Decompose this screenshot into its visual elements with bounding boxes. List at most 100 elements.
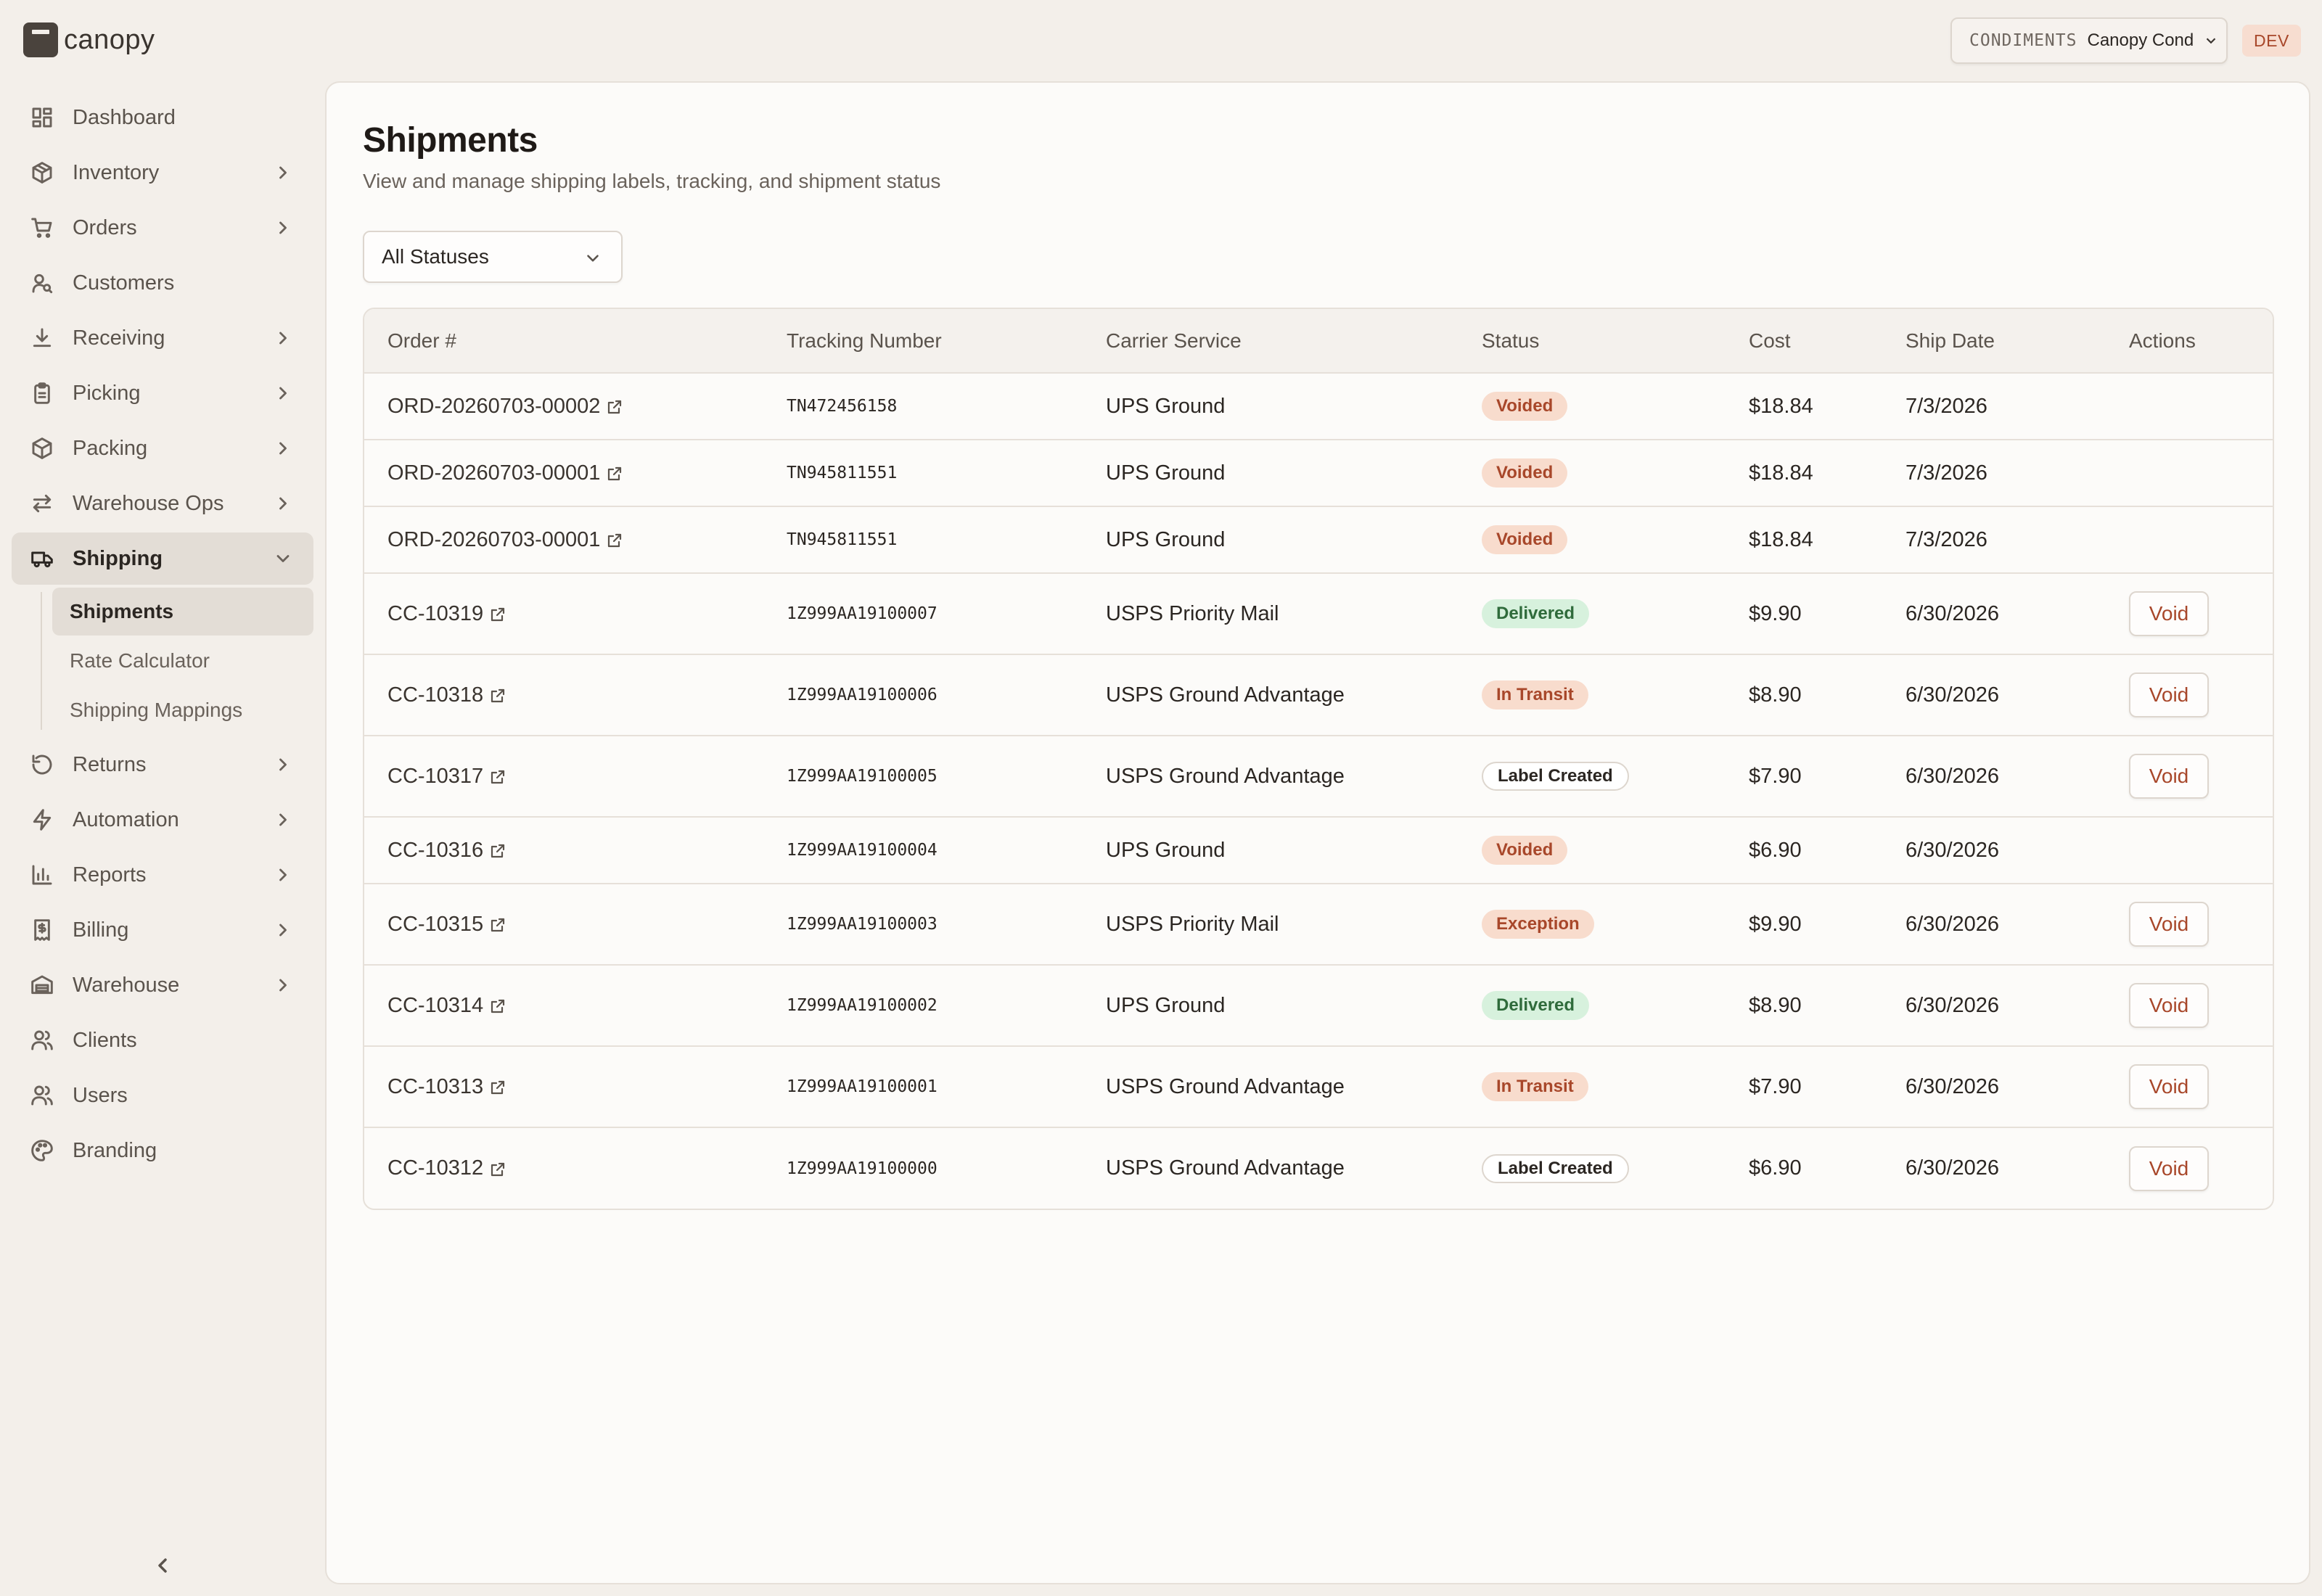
void-button[interactable]: Void — [2129, 1064, 2209, 1109]
order-link[interactable]: CC-10316 — [387, 839, 506, 863]
table-row[interactable]: ORD-20260703-00001 TN945811551 UPS Ground V… — [364, 440, 2273, 506]
sidebar-item-billing[interactable]: Billing — [12, 904, 313, 956]
void-button[interactable]: Void — [2129, 591, 2209, 636]
sidebar-item-users[interactable]: Users — [12, 1069, 313, 1122]
column-header-actions: Actions — [2129, 329, 2196, 352]
order-link[interactable]: CC-10314 — [387, 994, 506, 1018]
table-row[interactable]: CC-10315 1Z999AA19100003 USPS Priority Mai… — [364, 884, 2273, 965]
order-link[interactable]: CC-10317 — [387, 765, 506, 789]
environment-badge: DEV — [2242, 25, 2301, 57]
tracking-number: 1Z999AA19100004 — [787, 841, 938, 860]
swap-icon — [29, 490, 55, 517]
status-badge: In Transit — [1482, 1072, 1588, 1101]
sidebar-item-inventory[interactable]: Inventory — [12, 147, 313, 199]
sidebar-item-picking[interactable]: Picking — [12, 367, 313, 419]
order-number: CC-10316 — [387, 838, 484, 862]
tracking-number: 1Z999AA19100005 — [787, 767, 938, 786]
cost: $6.90 — [1749, 838, 1802, 862]
actions-cell: Void — [2106, 736, 2273, 817]
carrier-service: USPS Priority Mail — [1106, 601, 1279, 625]
order-cell: ORD-20260703-00001 — [364, 440, 763, 506]
table-row[interactable]: CC-10316 1Z999AA19100004 UPS Ground Voided $… — [364, 817, 2273, 884]
external-link-icon — [606, 531, 623, 548]
table-row[interactable]: CC-10319 1Z999AA19100007 USPS Priority Mai… — [364, 573, 2273, 654]
column-header-status[interactable]: Status — [1459, 309, 1726, 373]
column-header-cost[interactable]: Cost — [1726, 309, 1882, 373]
status-filter-select[interactable]: All Statuses — [363, 231, 623, 283]
sidebar-item-automation[interactable]: Automation — [12, 794, 313, 846]
sidebar: canopy Dashboard Inventory Orders Customers… — [0, 0, 325, 1596]
sidebar-item-clients[interactable]: Clients — [12, 1014, 313, 1066]
order-link[interactable]: ORD-20260703-00001 — [387, 461, 623, 485]
sidebar-item-customers[interactable]: Customers — [12, 257, 313, 309]
column-header-tracking[interactable]: Tracking Number — [763, 309, 1083, 373]
sidebar-subitem-shipments[interactable]: Shipments — [52, 588, 313, 635]
sidebar-item-dashboard[interactable]: Dashboard — [12, 91, 313, 144]
sidebar-item-reports[interactable]: Reports — [12, 849, 313, 901]
tenant-selector[interactable]: CONDIMENTS Canopy Cond — [1950, 17, 2228, 64]
table-row[interactable]: CC-10317 1Z999AA19100005 USPS Ground Advan… — [364, 736, 2273, 817]
external-link-icon — [489, 1160, 506, 1177]
sidebar-subitem-shipping-mappings[interactable]: Shipping Mappings — [52, 686, 313, 734]
sidebar-item-label: Shipping — [73, 546, 163, 570]
void-button[interactable]: Void — [2129, 902, 2209, 947]
table-row[interactable]: ORD-20260703-00001 TN945811551 UPS Ground V… — [364, 506, 2273, 573]
table-row[interactable]: CC-10318 1Z999AA19100006 USPS Ground Advan… — [364, 654, 2273, 736]
column-header-ship-date[interactable]: Ship Date — [1882, 309, 2106, 373]
carrier-service: USPS Ground Advantage — [1106, 764, 1345, 788]
cost: $9.90 — [1749, 912, 1802, 936]
column-header-order[interactable]: Order # — [364, 309, 763, 373]
sidebar-item-returns[interactable]: Returns — [12, 739, 313, 791]
column-header-carrier-service[interactable]: Carrier Service — [1083, 309, 1459, 373]
ship-date: 6/30/2026 — [1905, 601, 2000, 625]
sidebar-item-packing[interactable]: Packing — [12, 422, 313, 474]
download-icon — [29, 325, 55, 351]
sidebar-item-warehouse[interactable]: Warehouse — [12, 959, 313, 1011]
external-link-icon — [489, 842, 506, 859]
order-cell: ORD-20260703-00001 — [364, 506, 763, 573]
table-row[interactable]: CC-10312 1Z999AA19100000 USPS Ground Advan… — [364, 1127, 2273, 1209]
status-badge: Voided — [1482, 525, 1568, 554]
order-number: CC-10314 — [387, 993, 484, 1017]
order-link[interactable]: CC-10318 — [387, 683, 506, 707]
void-button[interactable]: Void — [2129, 1145, 2209, 1191]
brand[interactable]: canopy — [23, 22, 155, 58]
order-link[interactable]: ORD-20260703-00002 — [387, 395, 623, 419]
status-badge: In Transit — [1482, 680, 1588, 709]
sidebar-item-orders[interactable]: Orders — [12, 202, 313, 254]
order-link[interactable]: CC-10319 — [387, 602, 506, 626]
status-cell: Label Created — [1459, 1127, 1726, 1209]
sidebar-item-label: Inventory — [73, 160, 160, 184]
order-link[interactable]: ORD-20260703-00001 — [387, 528, 623, 552]
sidebar-item-warehouse-ops[interactable]: Warehouse Ops — [12, 477, 313, 530]
table-row[interactable]: ORD-20260703-00002 TN472456158 UPS Ground V… — [364, 373, 2273, 440]
collapse-sidebar-button[interactable] — [151, 1554, 174, 1577]
order-number: CC-10319 — [387, 601, 484, 625]
order-number: ORD-20260703-00001 — [387, 527, 601, 551]
cost: $18.84 — [1749, 394, 1813, 418]
sidebar-subitem-rate-calculator[interactable]: Rate Calculator — [52, 637, 313, 685]
sidebar-item-shipping[interactable]: Shipping — [12, 532, 313, 585]
order-number: CC-10317 — [387, 764, 484, 788]
void-button[interactable]: Void — [2129, 672, 2209, 717]
external-link-icon — [489, 686, 506, 704]
status-badge: Delivered — [1482, 991, 1590, 1020]
tracking-number: 1Z999AA19100006 — [787, 686, 938, 704]
sidebar-item-receiving[interactable]: Receiving — [12, 312, 313, 364]
void-button[interactable]: Void — [2129, 983, 2209, 1028]
table-row[interactable]: CC-10314 1Z999AA19100002 UPS Ground Deliver… — [364, 965, 2273, 1046]
sidebar-item-branding[interactable]: Branding — [12, 1124, 313, 1177]
receipt-icon — [29, 917, 55, 943]
tracking-number: TN945811551 — [787, 464, 898, 482]
cost: $18.84 — [1749, 527, 1813, 551]
status-badge: Voided — [1482, 836, 1568, 865]
void-button[interactable]: Void — [2129, 754, 2209, 799]
ship-date: 6/30/2026 — [1905, 912, 2000, 936]
ship-date: 7/3/2026 — [1905, 527, 1987, 551]
table-row[interactable]: CC-10313 1Z999AA19100001 USPS Ground Advan… — [364, 1046, 2273, 1127]
order-link[interactable]: CC-10315 — [387, 913, 506, 937]
order-link[interactable]: CC-10312 — [387, 1156, 506, 1180]
actions-cell — [2106, 817, 2273, 884]
order-link[interactable]: CC-10313 — [387, 1075, 506, 1099]
order-number: CC-10315 — [387, 912, 484, 936]
